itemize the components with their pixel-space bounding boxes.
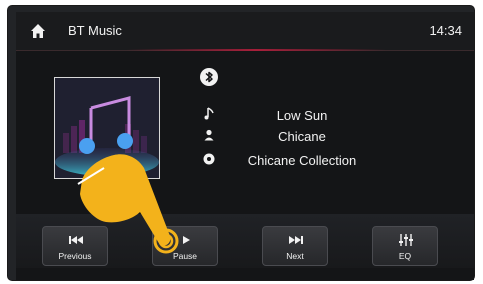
bluetooth-icon (205, 71, 213, 83)
app-title: BT Music (68, 23, 122, 38)
album-art (54, 77, 160, 179)
eq-label: EQ (398, 251, 412, 261)
play-icon (183, 236, 190, 244)
artist-name: Chicane (278, 129, 326, 144)
song-title: Low Sun (276, 108, 328, 123)
next-label: Next (286, 251, 304, 261)
eq-button[interactable]: EQ (372, 226, 438, 266)
top-bar: BT Music 14:34 (16, 12, 474, 51)
previous-label: Previous (58, 251, 92, 261)
skip-next-icon (289, 236, 303, 244)
previous-button[interactable]: Previous (42, 226, 108, 266)
skip-previous-icon (69, 236, 83, 244)
bluetooth-badge (200, 68, 218, 86)
clock: 14:34 (429, 23, 462, 38)
topbar-accent-line (126, 49, 386, 51)
album-name: Chicane Collection (247, 153, 357, 168)
pause-button[interactable]: Pause (152, 226, 218, 266)
pause-label: Pause (172, 251, 198, 261)
music-notes-artwork (55, 78, 159, 178)
infotainment-screen: BT Music 14:34 Low Sun Chicane Chicane C… (16, 12, 474, 280)
home-icon[interactable] (30, 23, 46, 39)
next-button[interactable]: Next (262, 226, 328, 266)
equalizer-icon (399, 234, 413, 246)
